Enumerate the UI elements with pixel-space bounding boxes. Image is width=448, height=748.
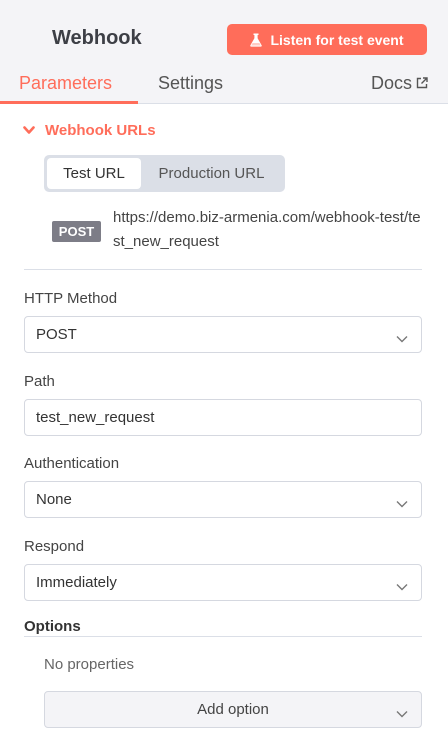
tab-parameters[interactable]: Parameters <box>19 73 112 94</box>
options-title: Options <box>24 618 81 635</box>
listen-button-label: Listen for test event <box>270 31 404 48</box>
webhook-url-text[interactable]: https://demo.biz-armenia.com/webhook-tes… <box>113 206 423 254</box>
add-option-button[interactable]: Add option <box>44 691 422 728</box>
chevron-down-icon <box>396 495 408 512</box>
http-method-select[interactable]: POST <box>24 316 422 353</box>
node-header: Webhook Listen for test event Parameters… <box>0 0 448 104</box>
production-url-option[interactable]: Production URL <box>141 158 282 189</box>
no-properties-text: No properties <box>44 656 135 673</box>
chevron-down-icon <box>23 122 35 139</box>
node-title: Webhook <box>52 27 142 49</box>
respond-value: Immediately <box>36 574 117 591</box>
webhook-urls-label: Webhook URLs <box>45 122 156 139</box>
docs-label: Docs <box>370 73 412 93</box>
options-divider <box>24 636 422 637</box>
authentication-select[interactable]: None <box>24 481 422 518</box>
docs-link[interactable]: Docs <box>371 73 428 94</box>
flask-icon <box>250 33 263 47</box>
path-input[interactable]: test_new_request <box>24 399 422 436</box>
authentication-label: Authentication <box>24 455 120 472</box>
respond-label: Respond <box>24 538 85 555</box>
external-link-icon <box>416 73 428 94</box>
respond-select[interactable]: Immediately <box>24 564 422 601</box>
tab-settings[interactable]: Settings <box>158 73 223 94</box>
section-divider <box>24 269 422 270</box>
authentication-value: None <box>36 491 72 508</box>
path-label: Path <box>24 373 55 390</box>
chevron-down-icon <box>396 705 408 722</box>
webhook-urls-toggle[interactable]: Webhook URLs <box>23 122 156 139</box>
chevron-down-icon <box>396 578 408 595</box>
test-url-option[interactable]: Test URL <box>47 158 141 189</box>
url-type-switch: Test URL Production URL <box>44 155 285 192</box>
http-method-label: HTTP Method <box>24 290 118 307</box>
http-method-value: POST <box>36 326 77 343</box>
active-tab-indicator <box>0 101 138 104</box>
http-method-badge: POST <box>52 221 101 242</box>
path-value: test_new_request <box>36 409 155 426</box>
listen-for-test-event-button[interactable]: Listen for test event <box>227 24 427 55</box>
add-option-label: Add option <box>197 701 269 718</box>
chevron-down-icon <box>396 330 408 347</box>
